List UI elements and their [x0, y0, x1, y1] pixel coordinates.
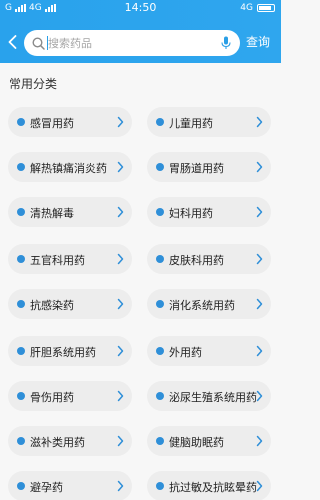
category-label: 抗感染药 — [30, 299, 74, 312]
status-bar: G 4G 14:50 4G — [0, 0, 281, 18]
category-label: 抗过敏及抗眩晕药 — [169, 481, 257, 494]
status-time: 14:50 — [124, 1, 157, 14]
category-label: 肝胆系统用药 — [30, 346, 96, 359]
category-item[interactable]: 感冒用药 — [8, 107, 132, 137]
category-item[interactable]: 妇科用药 — [147, 197, 271, 227]
bullet-dot-icon — [17, 347, 25, 355]
category-item[interactable]: 肝胆系统用药 — [8, 336, 132, 366]
category-item[interactable]: 骨伤用药 — [8, 381, 132, 411]
category-item[interactable]: 抗感染药 — [8, 289, 132, 319]
chevron-right-icon — [256, 161, 263, 173]
chevron-right-icon — [256, 116, 263, 128]
category-item[interactable]: 皮肤科用药 — [147, 244, 271, 274]
category-label: 儿童用药 — [169, 117, 213, 130]
query-button[interactable]: 查询 — [246, 33, 270, 50]
search-icon — [32, 37, 45, 50]
category-item[interactable]: 儿童用药 — [147, 107, 271, 137]
chevron-right-icon — [256, 345, 263, 357]
chevron-right-icon — [117, 298, 124, 310]
bullet-dot-icon — [17, 300, 25, 308]
chevron-right-icon — [117, 161, 124, 173]
category-item[interactable]: 抗过敏及抗眩晕药 — [147, 471, 271, 500]
chevron-right-icon — [117, 345, 124, 357]
search-box[interactable] — [24, 30, 240, 56]
chevron-right-icon — [117, 253, 124, 265]
category-item[interactable]: 避孕药 — [8, 471, 132, 500]
microphone-icon[interactable] — [221, 36, 231, 50]
category-label: 避孕药 — [30, 481, 63, 494]
category-label: 外用药 — [169, 346, 202, 359]
chevron-right-icon — [256, 435, 263, 447]
chevron-right-icon — [117, 206, 124, 218]
chevron-right-icon — [117, 116, 124, 128]
category-label: 感冒用药 — [30, 117, 74, 130]
chevron-left-icon — [8, 35, 16, 49]
chevron-right-icon — [117, 480, 124, 492]
bullet-dot-icon — [156, 163, 164, 171]
chevron-right-icon — [256, 390, 263, 402]
chevron-right-icon — [256, 253, 263, 265]
category-label: 消化系统用药 — [169, 299, 235, 312]
back-button[interactable] — [4, 30, 20, 54]
bullet-dot-icon — [17, 208, 25, 216]
category-item[interactable]: 胃肠道用药 — [147, 152, 271, 182]
bullet-dot-icon — [156, 437, 164, 445]
chevron-right-icon — [256, 298, 263, 310]
bullet-dot-icon — [17, 482, 25, 490]
chevron-right-icon — [256, 480, 263, 492]
category-label: 清热解毒 — [30, 207, 74, 220]
section-title: 常用分类 — [9, 77, 58, 91]
chevron-right-icon — [256, 206, 263, 218]
bullet-dot-icon — [17, 255, 25, 263]
category-item[interactable]: 滋补类用药 — [8, 426, 132, 456]
bullet-dot-icon — [156, 208, 164, 216]
signal-label-3: 4G — [240, 3, 253, 13]
bullet-dot-icon — [156, 347, 164, 355]
status-right: 4G — [240, 3, 275, 13]
category-label: 滋补类用药 — [30, 436, 85, 449]
category-label: 五官科用药 — [30, 254, 85, 267]
chevron-right-icon — [117, 390, 124, 402]
bullet-dot-icon — [156, 255, 164, 263]
bullet-dot-icon — [17, 163, 25, 171]
bullet-dot-icon — [156, 482, 164, 490]
bullet-dot-icon — [17, 437, 25, 445]
battery-icon — [257, 4, 275, 12]
chevron-right-icon — [117, 435, 124, 447]
category-label: 胃肠道用药 — [169, 162, 224, 175]
category-item[interactable]: 清热解毒 — [8, 197, 132, 227]
category-label: 妇科用药 — [169, 207, 213, 220]
category-label: 健脑助眠药 — [169, 436, 224, 449]
category-item[interactable]: 健脑助眠药 — [147, 426, 271, 456]
search-input[interactable] — [48, 33, 208, 53]
bullet-dot-icon — [156, 300, 164, 308]
bullet-dot-icon — [156, 118, 164, 126]
category-label: 骨伤用药 — [30, 391, 74, 404]
header-bar: G 4G 14:50 4G 查询 — [0, 0, 281, 63]
bullet-dot-icon — [17, 392, 25, 400]
category-item[interactable]: 解热镇痛消炎药 — [8, 152, 132, 182]
bullet-dot-icon — [156, 392, 164, 400]
bullet-dot-icon — [17, 118, 25, 126]
category-label: 解热镇痛消炎药 — [30, 162, 107, 175]
category-item[interactable]: 五官科用药 — [8, 244, 132, 274]
category-item[interactable]: 消化系统用药 — [147, 289, 271, 319]
category-item[interactable]: 泌尿生殖系统用药 — [147, 381, 271, 411]
category-label: 皮肤科用药 — [169, 254, 224, 267]
category-label: 泌尿生殖系统用药 — [169, 391, 257, 404]
category-item[interactable]: 外用药 — [147, 336, 271, 366]
